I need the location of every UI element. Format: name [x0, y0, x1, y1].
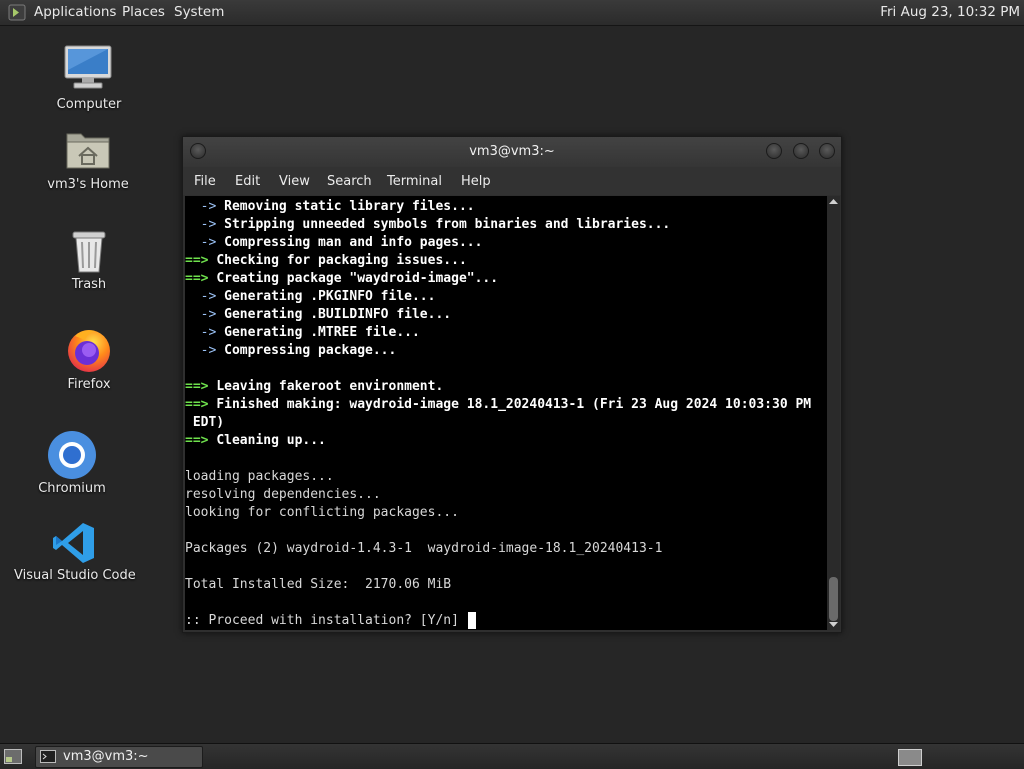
workspace-switcher[interactable] — [898, 749, 922, 766]
terminal-output[interactable]: -> Removing static library files... -> S… — [185, 196, 827, 630]
bottom-panel: vm3@vm3:~ — [0, 743, 1024, 769]
terminal-line-prefix: -> — [185, 217, 225, 232]
terminal-line-text: Cleaning up... — [216, 433, 326, 448]
terminal-line-prefix: ==> — [185, 379, 217, 394]
terminal-line-text: Packages (2) waydroid-1.4.3-1 waydroid-i… — [185, 541, 663, 556]
close-button[interactable] — [819, 143, 835, 159]
places-menu[interactable]: Places — [122, 4, 165, 20]
terminal-line: Packages (2) waydroid-1.4.3-1 waydroid-i… — [185, 540, 662, 558]
menu-file[interactable]: File — [194, 174, 216, 189]
vscode-icon — [53, 523, 94, 563]
desktop-icon-label: Chromium — [38, 481, 106, 496]
desktop-icon-label: Firefox — [67, 377, 111, 392]
terminal-line-prefix: -> — [185, 199, 225, 214]
window-title: vm3@vm3:~ — [469, 144, 555, 159]
terminal-line-text: Generating .MTREE file... — [224, 325, 420, 340]
trash-icon — [72, 231, 106, 273]
scroll-up-arrow-icon[interactable] — [829, 198, 838, 205]
scroll-down-arrow-icon[interactable] — [829, 621, 838, 628]
terminal-menubar: File Edit View Search Terminal Help — [183, 167, 841, 195]
terminal-line: looking for conflicting packages... — [185, 504, 459, 522]
terminal-line: ==> Creating package "waydroid-image"... — [185, 270, 498, 288]
terminal-line: ==> Checking for packaging issues... — [185, 252, 467, 270]
window-titlebar[interactable]: vm3@vm3:~ — [183, 137, 841, 167]
terminal-line-text: Checking for packaging issues... — [216, 253, 467, 268]
menu-terminal[interactable]: Terminal — [387, 174, 442, 189]
terminal-line: resolving dependencies... — [185, 486, 381, 504]
terminal-window: vm3@vm3:~ File Edit View Search Terminal… — [182, 136, 842, 633]
system-menu[interactable]: System — [174, 4, 224, 20]
desktop-icon-home[interactable]: vm3's Home — [38, 128, 138, 196]
chromium-icon — [48, 431, 96, 479]
scrollbar-thumb[interactable] — [829, 577, 838, 621]
terminal-line-text: Finished making: waydroid-image 18.1_202… — [216, 397, 812, 412]
terminal-line-text: Total Installed Size: 2170.06 MiB — [185, 577, 452, 592]
terminal-line: -> Compressing package... — [185, 342, 397, 360]
terminal-line-prefix: -> — [185, 343, 225, 358]
terminal-line: -> Generating .PKGINFO file... — [185, 288, 436, 306]
terminal-line-prefix: -> — [185, 289, 225, 304]
terminal-line-text: Compressing man and info pages... — [224, 235, 483, 250]
terminal-scrollbar[interactable] — [827, 196, 840, 630]
terminal-line-prefix: -> — [185, 235, 225, 250]
terminal-line-text: :: Proceed with installation? [Y/n] — [185, 613, 467, 628]
menu-search[interactable]: Search — [327, 174, 372, 189]
desktop-icon-label: Visual Studio Code — [14, 568, 136, 583]
desktop-icon-label: Trash — [71, 277, 107, 292]
terminal-line-text: Removing static library files... — [224, 199, 475, 214]
desktop-icon-chromium[interactable]: Chromium — [27, 430, 117, 500]
text-cursor — [468, 612, 476, 629]
terminal-line: -> Generating .MTREE file... — [185, 324, 420, 342]
terminal-line-prefix: ==> — [185, 253, 217, 268]
terminal-line: ==> Leaving fakeroot environment. — [185, 378, 443, 396]
terminal-line: ==> Cleaning up... — [185, 432, 326, 450]
terminal-line: -> Compressing man and info pages... — [185, 234, 483, 252]
minimize-button[interactable] — [766, 143, 782, 159]
terminal-line-prefix: ==> — [185, 433, 217, 448]
taskbar-button-label: vm3@vm3:~ — [63, 749, 149, 764]
terminal-line-prefix: -> — [185, 325, 225, 340]
desktop-icon-vscode[interactable]: Visual Studio Code — [14, 521, 136, 587]
firefox-icon — [68, 330, 110, 372]
terminal-line-text: Compressing package... — [224, 343, 397, 358]
menu-edit[interactable]: Edit — [235, 174, 260, 189]
terminal-line-text: Generating .BUILDINFO file... — [224, 307, 452, 322]
menu-help[interactable]: Help — [461, 174, 491, 189]
terminal-line: EDT) — [185, 414, 224, 432]
clock[interactable]: Fri Aug 23, 10:32 PM — [880, 4, 1020, 20]
terminal-line-text: Creating package "waydroid-image"... — [216, 271, 499, 286]
maximize-button[interactable] — [793, 143, 809, 159]
terminal-line: ==> Finished making: waydroid-image 18.1… — [185, 396, 811, 414]
terminal-line-prefix: -> — [185, 307, 225, 322]
terminal-line: Total Installed Size: 2170.06 MiB — [185, 576, 451, 594]
terminal-line: -> Generating .BUILDINFO file... — [185, 306, 451, 324]
terminal-line: -> Removing static library files... — [185, 198, 475, 216]
terminal-line-text: Generating .PKGINFO file... — [224, 289, 436, 304]
menu-view[interactable]: View — [279, 174, 310, 189]
terminal-line-text: resolving dependencies... — [185, 487, 381, 502]
terminal-line-text: Leaving fakeroot environment. — [216, 379, 444, 394]
desktop-icon-trash[interactable]: Trash — [44, 228, 134, 296]
show-desktop-icon[interactable] — [4, 749, 22, 764]
terminal-line-text: looking for conflicting packages... — [185, 505, 459, 520]
taskbar-terminal-button[interactable]: vm3@vm3:~ — [35, 746, 203, 768]
terminal-line-prefix: ==> — [185, 271, 217, 286]
desktop-icon-firefox[interactable]: Firefox — [44, 326, 134, 396]
computer-icon — [64, 45, 112, 89]
desktop-icon-computer[interactable]: Computer — [44, 44, 134, 116]
applications-menu[interactable]: Applications — [34, 4, 116, 20]
terminal-line-text: loading packages... — [185, 469, 334, 484]
terminal-line: :: Proceed with installation? [Y/n] — [185, 612, 467, 630]
terminal-icon — [40, 750, 56, 763]
terminal-line: loading packages... — [185, 468, 334, 486]
top-panel: Applications Places System Fri Aug 23, 1… — [0, 0, 1024, 26]
terminal-line-text: EDT) — [185, 415, 225, 430]
desktop-icon-label: vm3's Home — [47, 177, 129, 192]
desktop-icon-label: Computer — [56, 97, 122, 112]
applications-menu-icon[interactable] — [8, 4, 26, 21]
terminal-line-text: Stripping unneeded symbols from binaries… — [224, 217, 671, 232]
home-folder-icon — [66, 133, 110, 169]
terminal-line: -> Stripping unneeded symbols from binar… — [185, 216, 671, 234]
terminal-line-prefix: ==> — [185, 397, 217, 412]
